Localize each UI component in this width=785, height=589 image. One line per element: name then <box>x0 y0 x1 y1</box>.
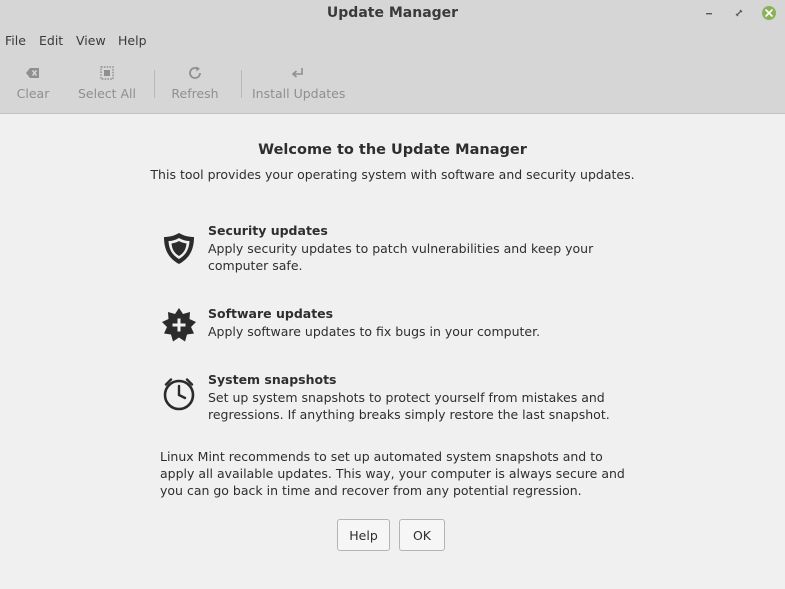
menu-bar: File Edit View Help <box>0 27 785 53</box>
recommendation-text: Linux Mint recommends to set up automate… <box>160 449 625 498</box>
toolbar: Clear Select All Refresh Install Updates <box>0 53 785 114</box>
feature-title: System snapshots <box>208 372 337 387</box>
badge-plus-icon <box>162 308 196 342</box>
install-icon <box>291 68 303 78</box>
refresh-icon <box>189 66 201 79</box>
feature-description: Apply security updates to patch vulnerab… <box>208 241 594 273</box>
clear-icon <box>26 68 39 78</box>
refresh-label: Refresh <box>171 86 219 101</box>
feature-title: Software updates <box>208 306 334 321</box>
update-manager-window: Update Manager File Edit View Help Clear… <box>0 0 785 589</box>
menu-edit[interactable]: Edit <box>39 33 63 48</box>
install-updates-button[interactable]: Install Updates <box>252 53 346 109</box>
install-updates-label: Install Updates <box>252 86 346 101</box>
feature-description: Set up system snapshots to protect yours… <box>208 390 610 422</box>
select-all-label: Select All <box>77 86 137 101</box>
window-title: Update Manager <box>326 5 459 21</box>
menu-view[interactable]: View <box>76 33 106 48</box>
toolbar-separator <box>154 70 155 98</box>
close-button[interactable] <box>760 4 778 22</box>
clear-label: Clear <box>16 86 50 101</box>
clock-icon <box>163 378 195 411</box>
select-all-button[interactable]: Select All <box>76 53 138 109</box>
close-icon <box>762 6 776 20</box>
feature-description: Apply software updates to fix bugs in yo… <box>208 324 541 339</box>
minimize-icon <box>706 13 712 15</box>
feature-title: Security updates <box>208 223 328 238</box>
welcome-panel: Welcome to the Update Manager This tool … <box>0 114 785 589</box>
clear-button[interactable]: Clear <box>10 53 56 109</box>
shield-icon <box>164 233 194 264</box>
help-button[interactable]: Help <box>337 519 390 551</box>
maximize-icon <box>735 9 743 17</box>
ok-button[interactable]: OK <box>399 519 445 551</box>
welcome-subtitle: This tool provides your operating system… <box>150 167 635 182</box>
title-bar[interactable]: Update Manager <box>0 0 785 27</box>
minimize-button[interactable] <box>700 4 718 22</box>
menu-file[interactable]: File <box>5 33 26 48</box>
maximize-button[interactable] <box>730 4 748 22</box>
select-all-icon <box>100 66 114 80</box>
refresh-button[interactable]: Refresh <box>168 53 222 109</box>
toolbar-separator <box>241 70 242 98</box>
welcome-title: Welcome to the Update Manager <box>258 142 527 158</box>
menu-help[interactable]: Help <box>118 33 147 48</box>
